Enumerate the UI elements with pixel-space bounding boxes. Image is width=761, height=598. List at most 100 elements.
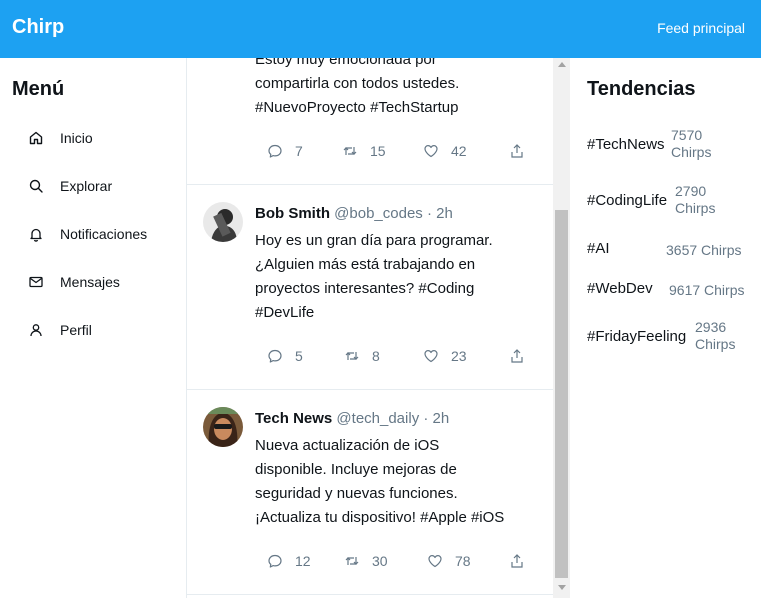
share-button[interactable] xyxy=(509,141,537,161)
post-text-line: Hoy es un gran día para programar. xyxy=(255,232,493,249)
trend-count: 2790 Chirps xyxy=(675,183,716,216)
feed-scrollbar[interactable] xyxy=(553,58,570,598)
share-button[interactable] xyxy=(509,346,537,366)
like-count: 42 xyxy=(451,143,467,159)
post-text-line: Nueva actualización de iOS xyxy=(255,437,440,454)
sidebar-item-explorar[interactable]: Explorar xyxy=(28,174,112,198)
trend-item[interactable]: #CodingLife 2790 Chirps xyxy=(587,182,757,222)
post-text-line: compartirla con todos ustedes. xyxy=(255,75,460,92)
sidebar-item-label: Inicio xyxy=(60,130,93,146)
retweet-button[interactable]: 30 xyxy=(344,551,388,571)
like-button[interactable]: 23 xyxy=(423,346,467,366)
scrollbar-thumb[interactable] xyxy=(555,210,568,578)
post-text-line: #NuevoProyecto #TechStartup xyxy=(255,99,459,116)
top-bar: Chirp Feed principal xyxy=(0,0,761,58)
post-text-line: Estoy muy emocionada por xyxy=(255,58,437,68)
bell-icon xyxy=(30,228,42,242)
author-handle[interactable]: @bob_codes xyxy=(334,205,423,222)
trend-item[interactable]: #WebDev 9617 Chirps xyxy=(587,278,757,302)
feed-link[interactable]: Feed principal xyxy=(657,20,745,36)
trends-panel: Tendencias #TechNews 7570 Chirps #Coding… xyxy=(570,58,761,598)
post-text-line: seguridad y nuevas funciones. xyxy=(255,485,458,502)
scroll-up-arrow-icon[interactable] xyxy=(558,62,566,67)
post-header: Tech News @tech_daily · 2h xyxy=(255,410,449,427)
scroll-down-arrow-icon[interactable] xyxy=(558,585,566,590)
trend-item[interactable]: #TechNews 7570 Chirps xyxy=(587,126,757,166)
sidebar-item-mensajes[interactable]: Mensajes xyxy=(28,270,120,294)
trend-count: 9617 Chirps xyxy=(669,282,745,298)
reply-icon xyxy=(268,554,282,568)
reply-button[interactable]: 5 xyxy=(267,346,303,366)
reply-button[interactable]: 12 xyxy=(267,551,311,571)
post-text: Hoy es un gran día para programar. ¿Algu… xyxy=(255,229,545,325)
search-icon xyxy=(29,179,43,193)
post-header: Bob Smith @bob_codes · 2h xyxy=(255,205,453,222)
trend-item[interactable]: #FridayFeeling 2936 Chirps xyxy=(587,318,757,358)
like-button[interactable]: 78 xyxy=(427,551,471,571)
share-icon xyxy=(511,144,523,158)
reply-icon xyxy=(268,349,282,363)
retweet-count: 30 xyxy=(372,553,388,569)
author-name[interactable]: Bob Smith xyxy=(255,205,330,222)
app-logo[interactable]: Chirp xyxy=(12,16,64,39)
post-time: · 2h xyxy=(423,410,450,427)
author-name[interactable]: Tech News xyxy=(255,410,332,427)
post-actions: 7 15 42 xyxy=(267,141,537,161)
share-icon xyxy=(511,349,523,363)
post-text-line: disponible. Incluye mejoras de xyxy=(255,461,457,478)
trend-count: 2936 Chirps xyxy=(695,319,736,352)
post-text: Nueva actualización de iOS disponible. I… xyxy=(255,434,551,530)
post-text-line: ¿Alguien más está trabajando en xyxy=(255,256,476,273)
reply-count: 12 xyxy=(295,553,311,569)
trends-title: Tendencias xyxy=(587,78,696,100)
retweet-icon xyxy=(345,352,359,360)
sidebar-item-perfil[interactable]: Perfil xyxy=(28,318,92,342)
trend-count: 3657 Chirps xyxy=(666,242,742,258)
post-text: Estoy muy emocionada por compartirla con… xyxy=(255,58,545,120)
sidebar: Menú Inicio Explorar Notificaciones Mens… xyxy=(0,58,187,598)
trend-tag[interactable]: #CodingLife xyxy=(587,192,667,209)
trend-tag[interactable]: #WebDev xyxy=(587,280,653,297)
avatar-image xyxy=(203,202,243,242)
retweet-icon xyxy=(343,147,357,155)
share-button[interactable] xyxy=(509,551,537,571)
sidebar-item-label: Mensajes xyxy=(60,274,120,290)
sidebar-item-notificaciones[interactable]: Notificaciones xyxy=(28,222,147,246)
sidebar-item-label: Perfil xyxy=(60,322,92,338)
avatar[interactable] xyxy=(203,202,243,242)
trend-tag[interactable]: #AI xyxy=(587,240,610,257)
mail-icon xyxy=(29,276,43,288)
retweet-button[interactable]: 15 xyxy=(342,141,386,161)
post-text-line: proyectos interesantes? #Coding xyxy=(255,280,475,297)
reply-button[interactable]: 7 xyxy=(267,141,303,161)
trend-tag[interactable]: #TechNews xyxy=(587,136,665,153)
sidebar-item-label: Explorar xyxy=(60,178,113,194)
like-button[interactable]: 42 xyxy=(423,141,467,161)
heart-icon xyxy=(428,555,442,568)
feed[interactable]: Estoy muy emocionada por compartirla con… xyxy=(187,58,553,598)
trend-tag[interactable]: #FridayFeeling xyxy=(587,328,686,345)
post-actions: 5 8 23 xyxy=(267,346,537,366)
author-handle[interactable]: @tech_daily xyxy=(336,410,419,427)
heart-icon xyxy=(424,350,438,363)
user-icon xyxy=(30,324,42,337)
post-text-line: #DevLife xyxy=(255,304,315,321)
reply-count: 5 xyxy=(295,348,303,364)
reply-icon xyxy=(268,144,282,158)
sidebar-item-inicio[interactable]: Inicio xyxy=(28,126,93,150)
post-card[interactable]: Tech News @tech_daily · 2h Nueva actuali… xyxy=(187,390,553,595)
post-card[interactable]: Bob Smith @bob_codes · 2h Hoy es un gran… xyxy=(187,185,553,390)
trend-item[interactable]: #AI 3657 Chirps xyxy=(587,238,757,262)
retweet-button[interactable]: 8 xyxy=(344,346,380,366)
retweet-count: 15 xyxy=(370,143,386,159)
retweet-count: 8 xyxy=(372,348,380,364)
like-count: 23 xyxy=(451,348,467,364)
avatar[interactable] xyxy=(203,407,243,447)
post-text-line: ¡Actualiza tu dispositivo! #Apple #iOS xyxy=(255,509,505,526)
share-icon xyxy=(511,554,523,568)
avatar-image xyxy=(203,407,243,447)
post-card[interactable]: Estoy muy emocionada por compartirla con… xyxy=(187,58,553,185)
post-actions: 12 30 78 xyxy=(267,551,537,571)
reply-count: 7 xyxy=(295,143,303,159)
menu-title: Menú xyxy=(12,78,65,100)
